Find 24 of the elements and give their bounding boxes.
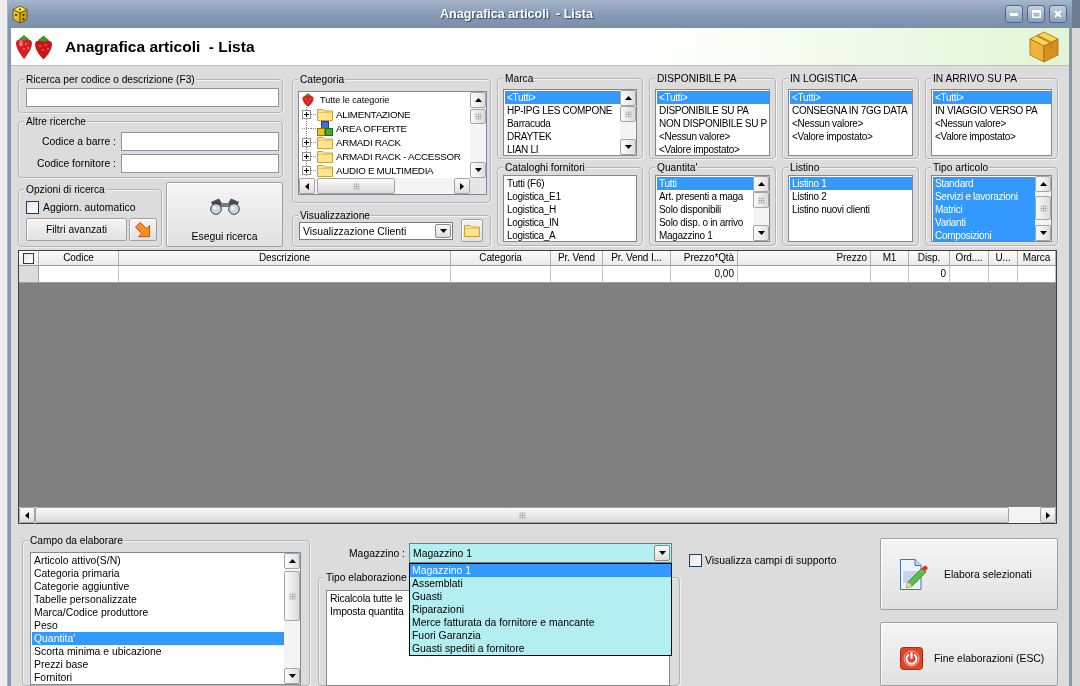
group-title: Listino: [788, 161, 821, 174]
group-title: Campo da elaborare: [28, 534, 124, 547]
table-cell: 0,00: [671, 266, 738, 282]
group-title: IN ARRIVO SU PA: [931, 72, 1019, 85]
page-title: Anagrafica articoli - Lista: [65, 37, 255, 56]
group-title: Tipo elaborazione: [324, 571, 408, 584]
group-title: Ricerca per codice o descrizione (F3): [24, 73, 196, 86]
group-title: Visualizzazione: [298, 209, 372, 222]
group-title: DISPONIBILE PA: [655, 72, 738, 85]
group-title: Quantita': [655, 161, 699, 174]
window-title: Anagrafica articoli - Lista: [440, 7, 593, 21]
group-title: Cataloghi fornitori: [503, 161, 586, 174]
group-title: Opzioni di ricerca: [24, 183, 106, 196]
checkbox-label: Aggiorn. automatico: [43, 202, 136, 213]
group-title: Tipo articolo: [931, 161, 990, 174]
group-title: IN LOGISTICA: [788, 72, 859, 85]
checkbox-label: Visualizza campi di supporto: [705, 555, 837, 566]
field-label: Codice fornitore :: [36, 158, 116, 169]
field-label: Magazzino :: [348, 547, 405, 559]
table-cell: 0: [909, 266, 950, 282]
group-title: Marca: [503, 72, 535, 85]
field-label: Codice a barre :: [42, 136, 116, 147]
group-title: Altre ricerche: [24, 115, 87, 128]
group-title: Categoria: [298, 73, 346, 86]
